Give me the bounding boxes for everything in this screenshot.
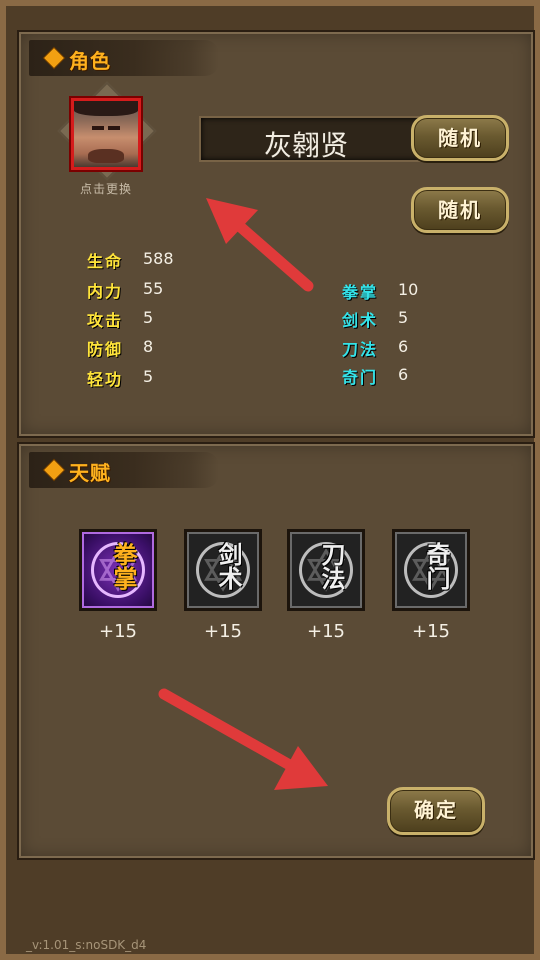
stat-value: 5 [143,367,154,386]
stat-internal-power: 内力 55 [87,278,207,302]
random-name-button[interactable]: 随机 [411,115,509,161]
role-section-header: 角色 [29,40,219,76]
talent-bonus: +15 [307,621,345,642]
stat-exotic: 奇门 6 [342,364,462,388]
stat-label: 奇门 [342,368,379,387]
avatar-image [74,101,138,167]
stat-defense: 防御 8 [87,336,207,360]
stat-attack: 攻击 5 [87,307,207,331]
talent-glyph: 剑术 [214,542,242,590]
stat-label: 内力 [87,282,124,301]
stat-value: 10 [398,280,419,299]
stat-swordsmanship: 剑术 5 [342,307,462,331]
diamond-icon [44,460,64,480]
talent-bonus: +15 [204,621,242,642]
stat-blade: 刀法 6 [342,336,462,360]
role-section-title: 角色 [69,49,111,73]
stat-label: 轻功 [87,370,124,389]
talent-glyph: 拳掌 [109,542,137,590]
random-stats-button[interactable]: 随机 [411,187,509,233]
stat-label: 刀法 [342,340,379,359]
stat-label: 剑术 [342,311,379,330]
stat-value: 5 [398,308,409,327]
talent-icon: ✡ 剑术 [184,529,262,611]
stat-label: 生命 [87,252,124,271]
talent-swordsmanship[interactable]: ✡ 剑术 +15 [184,529,262,642]
stat-value: 6 [398,337,409,356]
game-frame: 角色 点击更换 灰翱贤 随机 随机 生命 588 内力 55 攻击 5 防御 8 [0,0,540,960]
version-label: _v:1.01_s:noSDK_d4 [26,938,147,952]
confirm-button[interactable]: 确定 [387,787,485,835]
stat-fist-palm: 拳掌 10 [342,279,462,303]
stat-hp: 生命 588 [87,248,207,272]
diamond-icon [44,48,64,68]
stat-value: 6 [398,365,409,384]
talent-glyph: 奇门 [422,542,450,590]
stat-value: 588 [143,249,174,268]
avatar[interactable] [69,96,143,172]
talent-icon: ✡ 拳掌 [79,529,157,611]
portrait-caption: 点击更换 [79,182,132,196]
talent-section-header: 天赋 [29,452,219,488]
portrait-selector[interactable]: 点击更换 [57,81,157,196]
stat-label: 攻击 [87,311,124,330]
talent-section-title: 天赋 [69,461,111,485]
stat-label: 拳掌 [342,283,379,302]
talent-bonus: +15 [412,621,450,642]
stat-agility: 轻功 5 [87,366,207,390]
character-name: 灰翱贤 [263,129,348,162]
stat-value: 8 [143,337,154,356]
talent-blade[interactable]: ✡ 刀法 +15 [287,529,365,642]
talent-fist-palm[interactable]: ✡ 拳掌 +15 [79,529,157,642]
talent-bonus: +15 [99,621,137,642]
talent-icon: ✡ 刀法 [287,529,365,611]
talent-icon: ✡ 奇门 [392,529,470,611]
stat-value: 5 [143,308,154,327]
talent-exotic[interactable]: ✡ 奇门 +15 [392,529,470,642]
talent-glyph: 刀法 [317,542,345,590]
stat-label: 防御 [87,340,124,359]
stat-value: 55 [143,279,164,298]
character-name-field[interactable]: 灰翱贤 [199,116,429,162]
